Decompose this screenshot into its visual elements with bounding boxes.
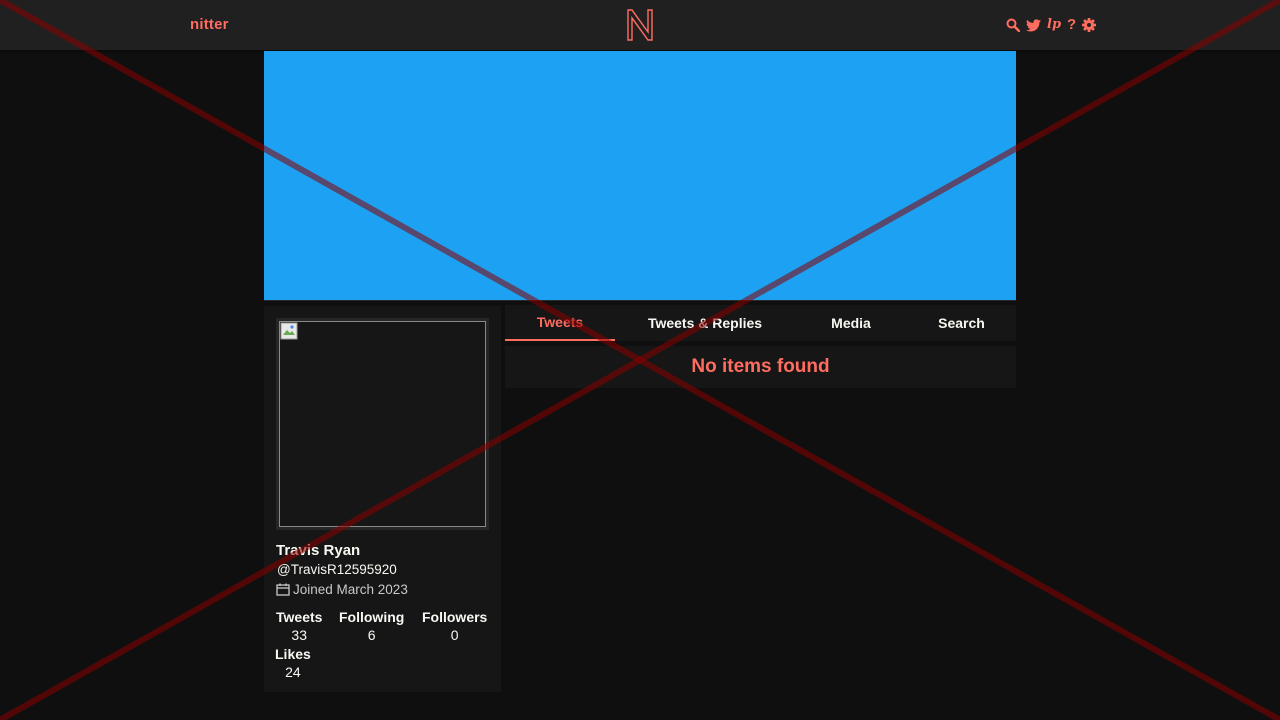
search-icon[interactable] bbox=[1006, 17, 1020, 33]
stat-tweets: Tweets 33 bbox=[276, 608, 322, 644]
navbar: nitter lp ? bbox=[0, 0, 1280, 50]
stat-likes-label: Likes bbox=[275, 646, 311, 662]
nitter-logo-icon[interactable] bbox=[625, 8, 655, 42]
help-icon[interactable]: ? bbox=[1067, 17, 1076, 33]
stat-followers-value: 0 bbox=[450, 627, 459, 643]
profile-fullname[interactable]: Travis Ryan bbox=[276, 542, 360, 559]
gear-icon[interactable] bbox=[1082, 17, 1097, 33]
timeline-tabs: Tweets Tweets & Replies Media Search bbox=[505, 305, 1016, 341]
tab-tweets-replies[interactable]: Tweets & Replies bbox=[615, 305, 795, 341]
stat-likes-value: 24 bbox=[285, 664, 301, 680]
profile-username[interactable]: @TravisR12595920 bbox=[277, 562, 397, 577]
stat-followers: Followers 0 bbox=[422, 608, 487, 644]
profile-banner bbox=[264, 51, 1016, 301]
joindate-text: Joined March 2023 bbox=[293, 582, 408, 597]
avatar-frame[interactable] bbox=[276, 318, 489, 530]
stat-following: Following 6 bbox=[339, 608, 404, 644]
stat-tweets-value: 33 bbox=[291, 627, 307, 643]
stat-likes: Likes 24 bbox=[275, 645, 311, 681]
twitter-bird-icon[interactable] bbox=[1026, 17, 1041, 33]
libreplanet-icon[interactable]: lp bbox=[1047, 17, 1061, 33]
profile-joindate: Joined March 2023 bbox=[276, 582, 408, 597]
avatar[interactable] bbox=[279, 321, 486, 527]
tab-tweets[interactable]: Tweets bbox=[505, 305, 615, 341]
tab-media[interactable]: Media bbox=[795, 305, 907, 341]
calendar-icon bbox=[276, 583, 290, 596]
profile-card: Travis Ryan @TravisR12595920 Joined Marc… bbox=[264, 306, 501, 692]
stat-tweets-label: Tweets bbox=[276, 609, 323, 625]
nav-icon-group: lp ? bbox=[1006, 16, 1097, 34]
stat-followers-label: Followers bbox=[422, 609, 488, 625]
stat-following-label: Following bbox=[339, 609, 405, 625]
stat-following-value: 6 bbox=[367, 627, 376, 643]
timeline-empty-message: No items found bbox=[505, 346, 1016, 388]
nitter-home-link[interactable]: nitter bbox=[190, 16, 229, 33]
tab-search[interactable]: Search bbox=[907, 305, 1016, 341]
broken-image-icon bbox=[280, 322, 298, 340]
